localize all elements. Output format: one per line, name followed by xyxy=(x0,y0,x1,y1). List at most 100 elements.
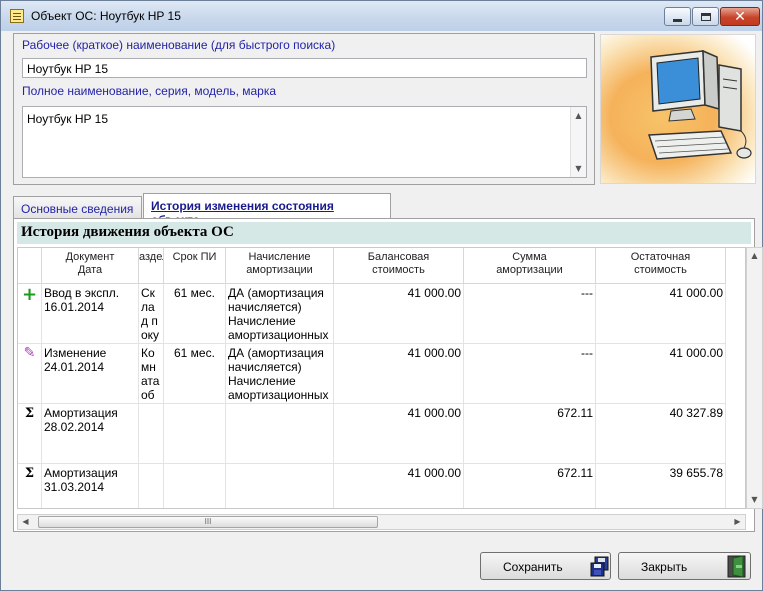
row-icon-cell: Σ xyxy=(18,464,42,508)
close-icon: ✕ xyxy=(734,8,746,25)
full-name-text: Ноутбук HP 15 xyxy=(27,112,109,126)
column-header-term-line1: Срок ПИ xyxy=(172,251,217,263)
full-name-label: Полное наименование, серия, модель, марк… xyxy=(22,84,277,98)
column-header-accrual-line1: Начисление xyxy=(248,251,311,263)
table-cell-amortization[interactable]: --- xyxy=(464,344,596,404)
maximize-icon xyxy=(700,12,711,21)
pencil-icon: ✎ xyxy=(23,345,36,361)
column-header-document-line2: Дата xyxy=(77,264,103,276)
column-header-amortization-line2: амортизации xyxy=(496,264,563,276)
scroll-down-icon[interactable]: ▼ xyxy=(571,161,586,176)
table-cell-document[interactable]: Ввод в экспл. 16.01.2014 xyxy=(42,284,139,344)
column-header-icon xyxy=(18,248,42,284)
sigma-icon: Σ xyxy=(24,466,35,481)
table-cell-accrual[interactable]: ДА (амортизация начисляется) Начисление … xyxy=(226,284,334,344)
column-header-amortization[interactable]: Сумма амортизации xyxy=(464,248,596,284)
table-cell-accrual[interactable] xyxy=(226,464,334,508)
document-icon xyxy=(10,9,24,23)
row-date: 28.02.2014 xyxy=(44,420,105,434)
full-name-scrollbar[interactable]: ▲ ▼ xyxy=(570,107,586,177)
row-date: 16.01.2014 xyxy=(44,300,105,314)
column-header-section-line1: аздел xyxy=(139,251,163,263)
table-cell-balance[interactable]: 41 000.00 xyxy=(334,284,464,344)
grid-vertical-scrollbar[interactable]: ▲ ▼ xyxy=(746,247,763,509)
column-header-residual-line2: стоимость xyxy=(634,264,687,276)
row-icon-cell: ✎ xyxy=(18,344,42,404)
scroll-up-icon[interactable]: ▲ xyxy=(571,108,586,123)
short-name-label: Рабочее (краткое) наименование (для быст… xyxy=(22,38,336,52)
name-section: Рабочее (краткое) наименование (для быст… xyxy=(13,33,595,185)
scrollbar-thumb[interactable]: III xyxy=(38,516,378,528)
window-title: Объект ОС: Ноутбук HP 15 xyxy=(31,9,181,23)
close-window-button[interactable]: ✕ xyxy=(720,7,760,26)
close-button-label: Закрыть xyxy=(641,560,688,574)
maximize-button[interactable] xyxy=(692,7,719,26)
column-header-residual[interactable]: Остаточная стоимость xyxy=(596,248,726,284)
minimize-icon xyxy=(673,18,682,22)
computer-illustration xyxy=(600,34,756,184)
column-header-accrual[interactable]: Начисление амортизации xyxy=(226,248,334,284)
table-cell-term[interactable] xyxy=(164,404,226,464)
sigma-icon: Σ xyxy=(24,406,35,421)
table-cell-amortization[interactable]: 672.11 xyxy=(464,404,596,464)
column-header-amortization-line1: Сумма xyxy=(512,251,547,263)
exit-door-icon xyxy=(727,555,746,578)
title-bar[interactable]: Объект ОС: Ноутбук HP 15 ✕ xyxy=(1,1,762,31)
tab-history[interactable]: История изменения состояния объекта xyxy=(143,193,391,227)
table-cell-section[interactable]: Склад покупн xyxy=(139,284,164,344)
history-grid: ДокументДата аздел Срок ПИ Начислениеамо… xyxy=(17,247,746,509)
floppy-disk-icon xyxy=(590,556,609,577)
table-cell-section[interactable]: Комната обр xyxy=(139,344,164,404)
column-header-residual-line1: Остаточная xyxy=(630,251,691,263)
column-header-balance-line1: Балансовая xyxy=(367,251,430,263)
scroll-left-icon[interactable]: ◀ xyxy=(18,515,33,529)
column-header-document[interactable]: Документ Дата xyxy=(42,248,139,284)
row-icon-cell: + xyxy=(18,284,42,344)
object-window: Объект ОС: Ноутбук HP 15 ✕ Рабочее (крат… xyxy=(0,0,763,591)
table-cell-document[interactable]: Изменение 24.01.2014 xyxy=(42,344,139,404)
grid-horizontal-scrollbar[interactable]: ◀ III ▶ xyxy=(17,514,746,530)
table-cell-section[interactable] xyxy=(139,464,164,508)
column-header-term[interactable]: Срок ПИ xyxy=(164,248,226,284)
scroll-up-icon[interactable]: ▲ xyxy=(747,248,762,263)
column-header-section[interactable]: аздел xyxy=(139,248,164,284)
table-cell-residual[interactable]: 39 655.78 xyxy=(596,464,726,508)
table-cell-accrual[interactable] xyxy=(226,404,334,464)
table-cell-balance[interactable]: 41 000.00 xyxy=(334,464,464,508)
row-doc: Ввод в экспл. xyxy=(44,286,120,300)
history-title: История движения объекта ОС xyxy=(17,222,751,244)
row-doc: Изменение xyxy=(44,346,107,360)
tab-bar: Основные сведения История изменения сост… xyxy=(13,193,755,227)
column-header-document-line1: Документ xyxy=(65,251,115,263)
table-cell-balance[interactable]: 41 000.00 xyxy=(334,404,464,464)
short-name-input[interactable]: Ноутбук HP 15 xyxy=(22,58,587,78)
column-header-balance[interactable]: Балансовая стоимость xyxy=(334,248,464,284)
table-cell-section[interactable] xyxy=(139,404,164,464)
table-cell-accrual[interactable]: ДА (амортизация начисляется) Начисление … xyxy=(226,344,334,404)
table-cell-residual[interactable]: 41 000.00 xyxy=(596,284,726,344)
scroll-down-icon[interactable]: ▼ xyxy=(747,492,762,507)
full-name-textarea[interactable]: Ноутбук HP 15 ▲ ▼ xyxy=(22,106,587,178)
computer-icon xyxy=(647,49,752,160)
close-button[interactable]: Закрыть xyxy=(618,552,751,580)
plus-icon: + xyxy=(21,284,38,305)
table-cell-document[interactable]: Амортизация 31.03.2014 xyxy=(42,464,139,508)
scroll-right-icon[interactable]: ▶ xyxy=(730,515,745,529)
save-button[interactable]: Сохранить xyxy=(480,552,611,580)
table-cell-balance[interactable]: 41 000.00 xyxy=(334,344,464,404)
row-date: 24.01.2014 xyxy=(44,360,105,374)
minimize-button[interactable] xyxy=(664,7,691,26)
tab-main-info[interactable]: Основные сведения xyxy=(13,196,142,219)
table-cell-term[interactable] xyxy=(164,464,226,508)
table-cell-residual[interactable]: 40 327.89 xyxy=(596,404,726,464)
table-cell-residual[interactable]: 41 000.00 xyxy=(596,344,726,404)
table-cell-document[interactable]: Амортизация 28.02.2014 xyxy=(42,404,139,464)
table-cell-term[interactable]: 61 мес. xyxy=(164,284,226,344)
table-cell-term[interactable]: 61 мес. xyxy=(164,344,226,404)
row-doc: Амортизация xyxy=(44,406,118,420)
column-header-balance-line2: стоимость xyxy=(372,264,425,276)
history-panel: История движения объекта ОС Документ Дата… xyxy=(13,218,763,532)
table-cell-amortization[interactable]: --- xyxy=(464,284,596,344)
save-button-label: Сохранить xyxy=(503,560,563,574)
table-cell-amortization[interactable]: 672.11 xyxy=(464,464,596,508)
